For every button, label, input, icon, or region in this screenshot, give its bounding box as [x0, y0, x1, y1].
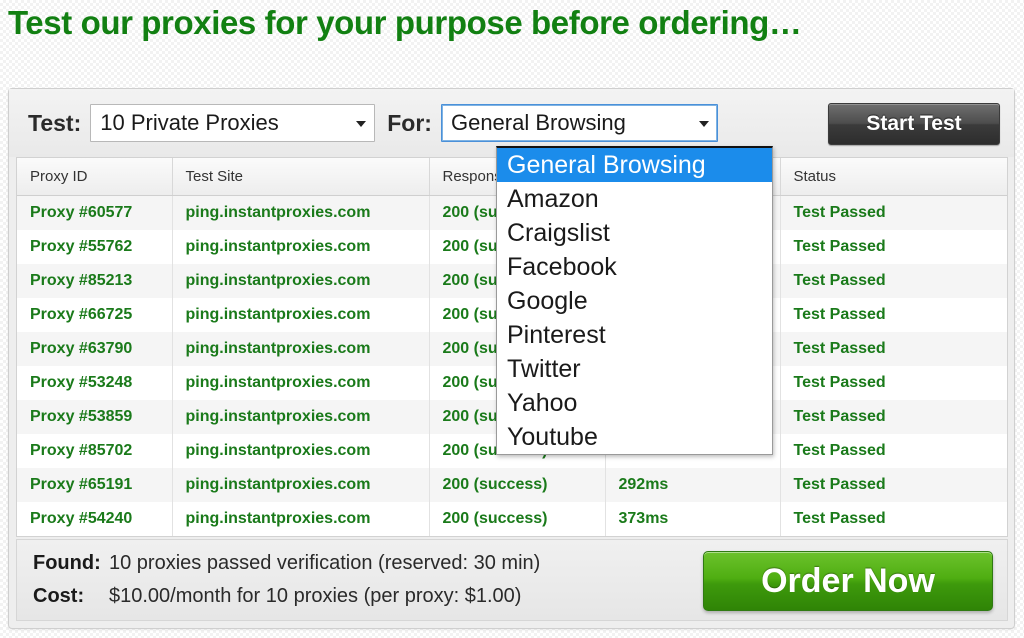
cost-label: Cost: — [33, 585, 85, 607]
cell-test-site: ping.instantproxies.com — [172, 468, 430, 502]
cell-status: Test Passed — [780, 468, 1007, 502]
cell-proxy-id: Proxy #60577 — [17, 195, 173, 230]
start-test-button[interactable]: Start Test — [828, 103, 1000, 145]
cell-test-site: ping.instantproxies.com — [172, 195, 430, 230]
dropdown-option-twitter[interactable]: Twitter — [497, 352, 772, 386]
table-row: Proxy #65191 ping.instantproxies.com 200… — [17, 468, 1007, 502]
dropdown-option-yahoo[interactable]: Yahoo — [497, 386, 772, 420]
proxy-count-select-value: 10 Private Proxies — [100, 110, 279, 135]
dropdown-option-craigslist[interactable]: Craigslist — [497, 216, 772, 250]
cell-proxy-id: Proxy #66725 — [17, 298, 173, 332]
cell-status: Test Passed — [780, 264, 1007, 298]
cell-status: Test Passed — [780, 400, 1007, 434]
cell-status: Test Passed — [780, 332, 1007, 366]
cell-proxy-id: Proxy #63790 — [17, 332, 173, 366]
cell-proxy-id: Proxy #54240 — [17, 502, 173, 536]
cell-proxy-id: Proxy #65191 — [17, 468, 173, 502]
cell-response: 200 (success) — [429, 468, 606, 502]
proxy-count-select[interactable]: 10 Private Proxies — [90, 104, 376, 142]
found-label: Found: — [33, 552, 101, 574]
dropdown-option-general-browsing[interactable]: General Browsing — [497, 148, 772, 182]
cell-test-site: ping.instantproxies.com — [172, 332, 430, 366]
cell-status: Test Passed — [780, 502, 1007, 536]
column-header-test-site[interactable]: Test Site — [172, 158, 430, 196]
cell-test-site: ping.instantproxies.com — [172, 502, 430, 536]
purpose-select-value: General Browsing — [450, 110, 626, 135]
summary-footer: Found: 10 proxies passed verification (re… — [16, 539, 1008, 621]
cell-test-site: ping.instantproxies.com — [172, 230, 430, 264]
purpose-select[interactable]: General Browsing — [440, 104, 718, 142]
dropdown-option-youtube[interactable]: Youtube — [497, 420, 772, 454]
column-header-proxy-id[interactable]: Proxy ID — [17, 158, 173, 196]
found-line: Found: 10 proxies passed verification (re… — [33, 552, 540, 575]
cell-test-site: ping.instantproxies.com — [172, 434, 430, 468]
cell-status: Test Passed — [780, 195, 1007, 230]
chevron-down-icon — [356, 121, 367, 127]
dropdown-option-google[interactable]: Google — [497, 284, 772, 318]
test-label: Test: — [28, 109, 82, 136]
cell-test-site: ping.instantproxies.com — [172, 264, 430, 298]
cell-proxy-id: Proxy #85213 — [17, 264, 173, 298]
cell-status: Test Passed — [780, 434, 1007, 468]
cell-response: 200 (success) — [429, 502, 606, 536]
cell-status: Test Passed — [780, 230, 1007, 264]
cell-proxy-id: Proxy #55762 — [17, 230, 173, 264]
cell-status: Test Passed — [780, 298, 1007, 332]
for-label: For: — [387, 109, 432, 136]
cost-value: $10.00/month for 10 proxies (per proxy: … — [109, 585, 522, 607]
cell-status: Test Passed — [780, 366, 1007, 400]
cell-test-site: ping.instantproxies.com — [172, 400, 430, 434]
cell-proxy-id: Proxy #85702 — [17, 434, 173, 468]
dropdown-option-pinterest[interactable]: Pinterest — [497, 318, 772, 352]
column-header-status[interactable]: Status — [780, 158, 1007, 196]
dropdown-option-amazon[interactable]: Amazon — [497, 182, 772, 216]
table-row: Proxy #54240 ping.instantproxies.com 200… — [17, 502, 1007, 536]
cell-proxy-id: Proxy #53859 — [17, 400, 173, 434]
cell-time: 373ms — [605, 502, 781, 536]
purpose-dropdown-list[interactable]: General Browsing Amazon Craigslist Faceb… — [496, 146, 773, 455]
chevron-down-icon — [698, 121, 709, 127]
cell-test-site: ping.instantproxies.com — [172, 298, 430, 332]
order-now-button[interactable]: Order Now — [703, 551, 993, 611]
cell-test-site: ping.instantproxies.com — [172, 366, 430, 400]
cell-proxy-id: Proxy #53248 — [17, 366, 173, 400]
page-title: Test our proxies for your purpose before… — [8, 4, 802, 41]
dropdown-option-facebook[interactable]: Facebook — [497, 250, 772, 284]
cell-time: 292ms — [605, 468, 781, 502]
found-value: 10 proxies passed verification (reserved… — [109, 552, 541, 574]
cost-line: Cost: $10.00/month for 10 proxies (per pr… — [33, 585, 521, 608]
